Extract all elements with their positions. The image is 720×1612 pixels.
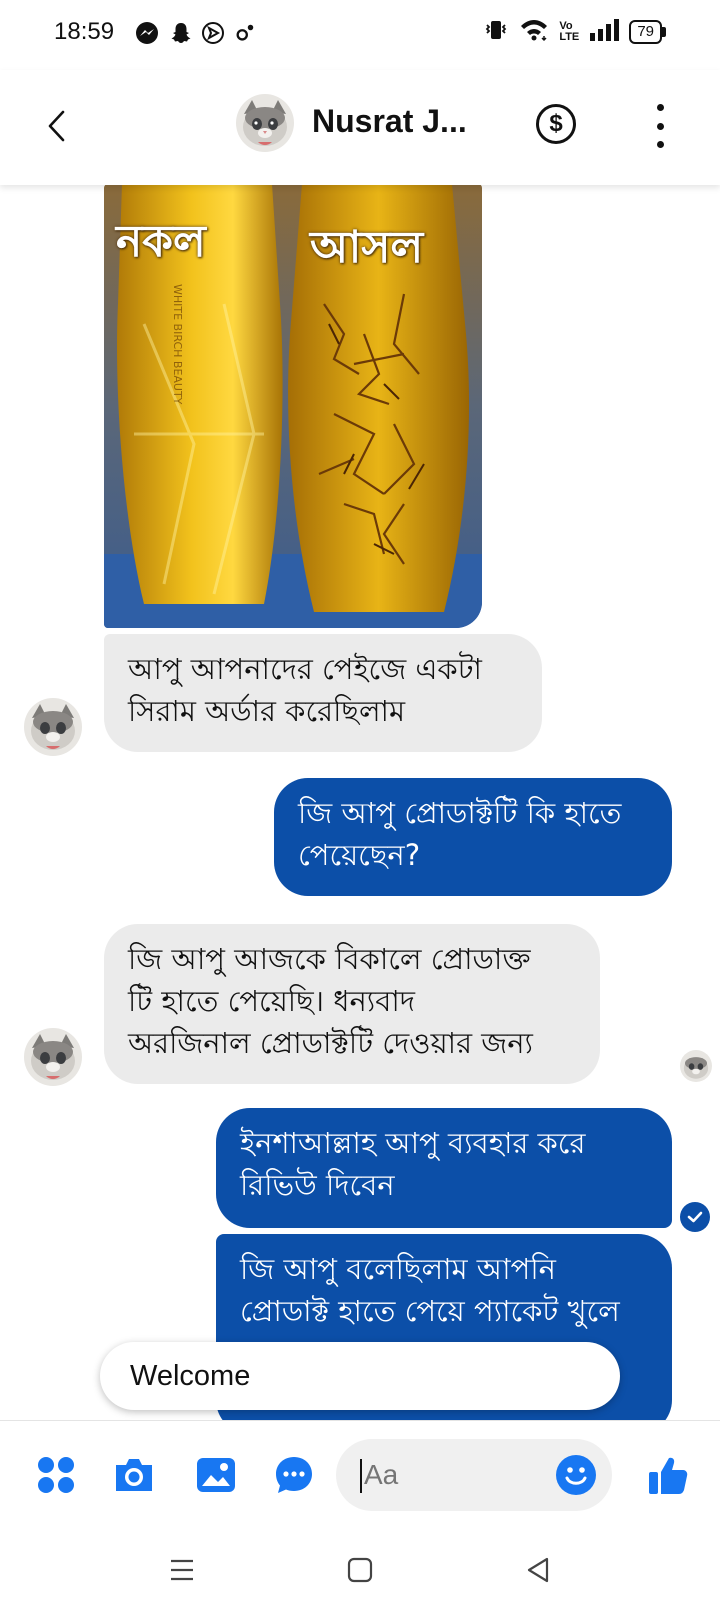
message-composer [0, 1420, 720, 1530]
chat-bubble-button[interactable] [272, 1453, 316, 1497]
chat-header: Nusrat J... $ [0, 70, 720, 185]
original-label: আসল [310, 222, 424, 273]
vibrate-icon [483, 18, 509, 46]
fake-label: নকল [116, 216, 206, 267]
message-line: জি আপু বলেছিলাম আপনি [240, 1252, 556, 1286]
settings-notification-icon [232, 20, 258, 46]
delivered-check-icon [680, 1202, 710, 1232]
emoji-button[interactable] [556, 1455, 596, 1495]
payment-button[interactable]: $ [536, 104, 576, 144]
volte-label: Vo LTE [559, 20, 580, 43]
message-bubble-incoming[interactable]: আপু আপনাদের পেইজে একটা সিরাম অর্ডার করেছ… [104, 634, 542, 752]
status-time: 18:59 [54, 18, 115, 45]
message-bubble-incoming[interactable]: জি আপু আজকে বিকালে প্রোডাক্ত টি হাতে পেয… [104, 924, 600, 1084]
message-line: আপু আপনাদের পেইজে একটা [128, 652, 482, 686]
quick-reply-chip[interactable]: Welcome [100, 1342, 620, 1410]
gallery-button[interactable] [194, 1453, 238, 1497]
message-bubble-outgoing[interactable]: জি আপু প্রোডাক্টটি কি হাতে পেয়েছেন? [274, 778, 672, 896]
more-options-button[interactable] [648, 104, 672, 148]
message-line: রিভিউ দিবেন [240, 1168, 395, 1202]
message-line: সিরাম অর্ডার করেছিলাম [128, 694, 406, 728]
message-input-field[interactable] [336, 1439, 612, 1511]
message-input[interactable] [364, 1459, 544, 1491]
contact-avatar[interactable] [236, 94, 294, 152]
seen-avatar [680, 1050, 712, 1082]
photo-message[interactable]: WHITE BIRCH BEAUTY নকল আসল [104, 184, 482, 628]
more-vertical-icon-dot [656, 122, 664, 130]
smiley-icon [565, 1467, 587, 1485]
status-bar: 18:59 Vo LTE 79 [0, 0, 720, 70]
image-icon [197, 1458, 235, 1492]
sender-avatar[interactable] [24, 1028, 82, 1086]
snapchat-notification-icon [168, 20, 194, 46]
messenger-notification-icon [134, 20, 160, 46]
message-bubble-outgoing[interactable]: ইনশাআল্লাহ আপু ব্যবহার করে রিভিউ দিবেন [216, 1108, 672, 1228]
chevron-left-icon [48, 110, 65, 142]
home-button[interactable] [340, 1550, 380, 1590]
thumbs-up-icon [649, 1457, 688, 1494]
message-line: ইনশাআল্লাহ আপু ব্যবহার করে [240, 1126, 586, 1160]
camera-button[interactable] [112, 1453, 156, 1497]
message-line: জি আপু প্রোডাক্টটি কি হাতে [298, 796, 622, 830]
chat-bubble-icon [276, 1457, 312, 1493]
menu-lines-icon [171, 1559, 193, 1581]
contact-name[interactable]: Nusrat J... [312, 103, 467, 140]
message-line: অরজিনাল প্রোডাক্টটি দেওয়ার জন্য [128, 1026, 533, 1060]
text-caret [360, 1459, 362, 1493]
recent-apps-button[interactable] [162, 1550, 202, 1590]
message-line: জি আপু আজকে বিকালে প্রোডাক্ত [128, 942, 531, 976]
wifi-icon [519, 18, 549, 46]
status-right: Vo LTE 79 [483, 18, 666, 46]
camera-icon [116, 1459, 152, 1491]
message-line: প্রোডাক্ট হাতে পেয়ে প্যাকেট খুলে [240, 1294, 620, 1328]
back-button[interactable] [38, 106, 78, 146]
navigation-notification-icon [200, 20, 226, 46]
more-actions-button[interactable] [34, 1453, 78, 1497]
square-icon [347, 1557, 373, 1583]
system-nav-bar [0, 1530, 720, 1612]
battery-icon: 79 [629, 20, 666, 44]
message-line: টি হাতে পেয়েছি। ধন্যবাদ [128, 984, 415, 1018]
signal-icon [589, 19, 620, 45]
message-line: পেয়েছেন? [298, 838, 421, 872]
triangle-back-icon [527, 1557, 549, 1583]
back-nav-button[interactable] [518, 1550, 558, 1590]
battery-level: 79 [629, 20, 662, 44]
four-dots-icon [38, 1457, 74, 1493]
more-vertical-icon-dot [656, 104, 664, 111]
sender-avatar[interactable] [24, 698, 82, 756]
dollar-icon: $ [549, 110, 563, 137]
like-button[interactable] [646, 1453, 690, 1497]
more-vertical-icon-dot [656, 141, 664, 148]
bottle-text: WHITE BIRCH BEAUTY [171, 284, 184, 405]
